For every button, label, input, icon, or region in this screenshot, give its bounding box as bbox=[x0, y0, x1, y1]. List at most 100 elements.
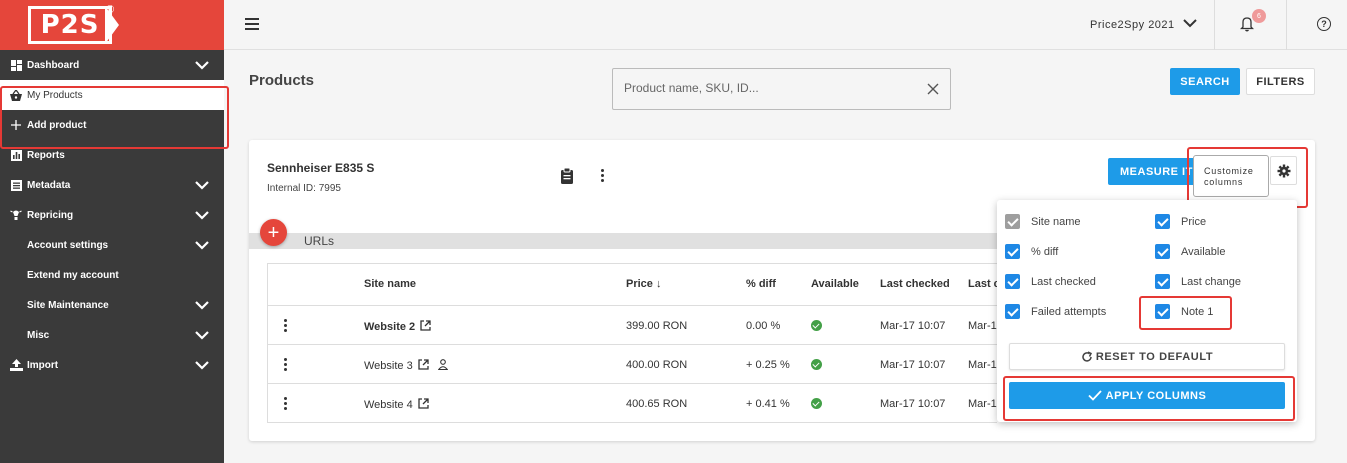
workspace-name: Price2Spy 2021 bbox=[1090, 18, 1175, 31]
sidebar-item-metadata[interactable]: Metadata bbox=[0, 170, 224, 200]
external-link-icon[interactable] bbox=[418, 359, 429, 370]
column-option-note-1[interactable]: Note 1 bbox=[1155, 304, 1213, 319]
sidebar-item-dashboard[interactable]: Dashboard bbox=[0, 50, 224, 80]
bar-chart-icon bbox=[9, 149, 23, 161]
checkbox[interactable] bbox=[1005, 244, 1020, 259]
sidebar-item-account-settings[interactable]: Account settings bbox=[0, 230, 224, 260]
logo-area: P2S ® bbox=[0, 0, 224, 50]
column-header-last-checked[interactable]: Last checked bbox=[880, 278, 950, 290]
checkbox[interactable] bbox=[1155, 244, 1170, 259]
sidebar-item-label: My Products bbox=[27, 89, 83, 101]
reset-to-default-button[interactable]: RESET TO DEFAULT bbox=[1009, 343, 1285, 370]
sidebar-item-misc[interactable]: Misc bbox=[0, 320, 224, 350]
refresh-icon bbox=[1082, 350, 1092, 362]
urls-table: Site name Price ↓ % diff Available Last … bbox=[267, 263, 1000, 423]
option-label: Price bbox=[1181, 215, 1207, 228]
chevron-down-icon[interactable] bbox=[194, 297, 210, 313]
site-cell[interactable]: Website 3 bbox=[364, 359, 448, 372]
column-option-price[interactable]: Price bbox=[1155, 214, 1206, 229]
sidebar-item-repricing[interactable]: Repricing bbox=[0, 200, 224, 230]
add-url-button[interactable]: + bbox=[260, 219, 287, 246]
column-option-last-change[interactable]: Last change bbox=[1155, 274, 1241, 289]
chevron-down-icon[interactable] bbox=[194, 357, 210, 373]
row-menu-icon[interactable] bbox=[284, 358, 288, 373]
column-option-failed-attempts[interactable]: Failed attempts bbox=[1005, 304, 1106, 319]
column-option-site-name[interactable]: Site name bbox=[1005, 214, 1081, 229]
checkbox[interactable] bbox=[1005, 214, 1020, 229]
close-icon[interactable] bbox=[926, 82, 940, 96]
column-header-site-name[interactable]: Site name bbox=[364, 278, 416, 290]
filters-button[interactable]: FILTERS bbox=[1246, 68, 1315, 95]
menu-icon[interactable] bbox=[245, 18, 259, 30]
column-option-last-checked[interactable]: Last checked bbox=[1005, 274, 1096, 289]
sidebar-item-add-product[interactable]: Add product bbox=[0, 110, 224, 140]
available-check-icon bbox=[811, 320, 822, 331]
site-cell[interactable]: Website 2 bbox=[364, 320, 431, 333]
tooltip-line: Customize bbox=[1204, 166, 1254, 176]
column-header-available[interactable]: Available bbox=[811, 278, 859, 290]
sidebar-item-extend-account[interactable]: Extend my account bbox=[0, 260, 224, 290]
last-change-cell: Mar-1 bbox=[968, 320, 997, 332]
checkbox[interactable] bbox=[1155, 214, 1170, 229]
notification-badge: 6 bbox=[1252, 9, 1266, 23]
site-name: Website 2 bbox=[364, 321, 416, 333]
button-label: APPLY COLUMNS bbox=[1105, 389, 1207, 402]
chevron-down-icon[interactable] bbox=[194, 177, 210, 193]
customize-columns-menu: Site name Price % diff Available Last ch… bbox=[997, 200, 1297, 422]
sidebar-item-label: Account settings bbox=[27, 239, 109, 251]
site-name: Website 3 bbox=[364, 360, 413, 372]
customize-columns-tooltip: Customize columns bbox=[1193, 155, 1269, 197]
help-icon[interactable]: ? bbox=[1317, 17, 1331, 31]
column-header-price[interactable]: Price ↓ bbox=[626, 278, 661, 290]
external-link-icon[interactable] bbox=[418, 398, 429, 409]
search-field bbox=[612, 68, 951, 110]
gear-icon[interactable] bbox=[1270, 156, 1297, 185]
last-checked-cell: Mar-17 10:07 bbox=[880, 320, 946, 332]
search-input[interactable] bbox=[624, 81, 914, 95]
last-checked-cell: Mar-17 10:07 bbox=[880, 398, 946, 410]
external-link-icon[interactable] bbox=[420, 320, 431, 331]
chevron-down-icon[interactable] bbox=[194, 237, 210, 253]
measure-it-button[interactable]: MEASURE IT bbox=[1108, 158, 1198, 185]
urls-section-bar bbox=[249, 233, 997, 249]
checkbox[interactable] bbox=[1005, 304, 1020, 319]
column-header-last-change[interactable]: Last c bbox=[968, 278, 1000, 290]
sidebar-item-label: Metadata bbox=[27, 179, 71, 191]
row-menu-icon[interactable] bbox=[284, 319, 288, 334]
upload-icon bbox=[9, 359, 23, 371]
tooltip-line: columns bbox=[1204, 177, 1244, 187]
chevron-down-icon[interactable] bbox=[194, 207, 210, 223]
sidebar-item-site-maintenance[interactable]: Site Maintenance bbox=[0, 290, 224, 320]
chevron-down-icon[interactable] bbox=[194, 327, 210, 343]
checkbox[interactable] bbox=[1155, 274, 1170, 289]
option-label: % diff bbox=[1031, 245, 1059, 258]
sidebar-item-import[interactable]: Import bbox=[0, 350, 224, 380]
product-menu-icon[interactable] bbox=[601, 169, 605, 184]
option-label: Note 1 bbox=[1181, 305, 1214, 318]
lightbulb-icon bbox=[9, 209, 23, 221]
plus-icon bbox=[9, 120, 23, 130]
apply-columns-button[interactable]: APPLY COLUMNS bbox=[1009, 382, 1285, 409]
site-cell[interactable]: Website 4 bbox=[364, 398, 429, 411]
sidebar-item-reports[interactable]: Reports bbox=[0, 140, 224, 170]
check-icon bbox=[1088, 390, 1102, 401]
checkbox[interactable] bbox=[1005, 274, 1020, 289]
button-label: RESET TO DEFAULT bbox=[1095, 350, 1214, 363]
column-header-diff[interactable]: % diff bbox=[746, 278, 776, 290]
column-option-diff[interactable]: % diff bbox=[1005, 244, 1058, 259]
column-header-label: Price bbox=[626, 278, 653, 290]
row-menu-icon[interactable] bbox=[284, 397, 288, 412]
price-cell: 400.00 RON bbox=[626, 359, 688, 371]
sidebar-item-my-products[interactable]: My Products bbox=[0, 80, 224, 110]
chevron-down-icon[interactable] bbox=[194, 57, 210, 73]
clipboard-icon[interactable] bbox=[560, 167, 574, 184]
workspace-selector[interactable]: Price2Spy 2021 bbox=[1090, 18, 1197, 31]
sidebar-item-label: Site Maintenance bbox=[27, 299, 109, 311]
column-option-available[interactable]: Available bbox=[1155, 244, 1225, 259]
logo[interactable]: P2S bbox=[28, 6, 112, 44]
search-button[interactable]: SEARCH bbox=[1170, 68, 1240, 95]
checkbox[interactable] bbox=[1155, 304, 1170, 319]
sidebar-item-label: Extend my account bbox=[27, 269, 119, 281]
last-change-cell: Mar-1 bbox=[968, 398, 997, 410]
price-cell: 400.65 RON bbox=[626, 398, 688, 410]
